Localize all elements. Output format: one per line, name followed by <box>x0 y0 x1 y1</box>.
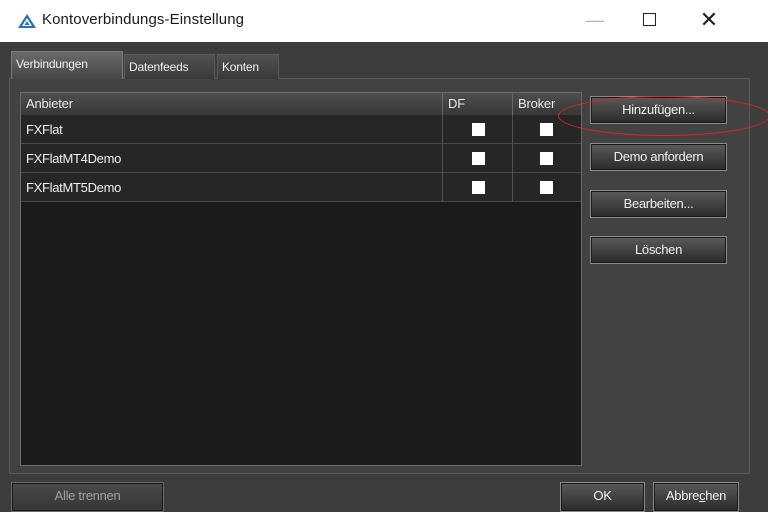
column-divider <box>442 144 443 173</box>
tab-datenfeeds[interactable]: Datenfeeds <box>124 54 215 79</box>
column-divider <box>512 144 513 173</box>
cancel-label-start: Abbre <box>665 488 700 503</box>
provider-name: FXFlatMT5Demo <box>26 180 122 195</box>
cancel-label-end: hen <box>705 488 727 503</box>
delete-button[interactable]: Löschen <box>590 236 727 264</box>
add-button[interactable]: Hinzufügen... <box>590 96 727 124</box>
maximize-button[interactable] <box>626 4 672 36</box>
edit-button[interactable]: Bearbeiten... <box>590 190 727 218</box>
table-row[interactable]: FXFlat <box>21 115 581 144</box>
df-checkbox[interactable] <box>472 181 485 194</box>
minimize-button[interactable]: — <box>572 4 618 36</box>
broker-checkbox[interactable] <box>540 123 553 136</box>
title-bar: Kontoverbindungs-Einstellung — ✕ <box>0 0 768 42</box>
dialog-body: Verbindungen Datenfeeds Konten Anbieter … <box>0 42 768 512</box>
disconnect-all-button[interactable]: Alle trennen <box>11 482 164 512</box>
broker-checkbox[interactable] <box>540 181 553 194</box>
column-header-anbieter[interactable]: Anbieter <box>21 93 443 115</box>
close-button[interactable]: ✕ <box>686 4 732 36</box>
column-header-broker[interactable]: Broker <box>513 93 581 115</box>
request-demo-button[interactable]: Demo anfordern <box>590 143 727 171</box>
maximize-icon <box>642 13 656 27</box>
column-divider <box>512 115 513 144</box>
column-divider <box>442 115 443 144</box>
table-row[interactable]: FXFlatMT5Demo <box>21 173 581 202</box>
tab-konten[interactable]: Konten <box>217 54 279 79</box>
df-checkbox[interactable] <box>472 152 485 165</box>
column-divider <box>512 173 513 202</box>
triangle-app-icon <box>18 14 36 28</box>
table-row[interactable]: FXFlatMT4Demo <box>21 144 581 173</box>
provider-name: FXFlat <box>26 122 63 137</box>
connections-list[interactable]: Anbieter DF Broker FXFlat FXFlatMT4Demo … <box>20 92 582 466</box>
tab-verbindungen[interactable]: Verbindungen <box>11 51 123 79</box>
df-checkbox[interactable] <box>472 123 485 136</box>
broker-checkbox[interactable] <box>540 152 553 165</box>
ok-button[interactable]: OK <box>560 482 645 512</box>
column-divider <box>442 173 443 202</box>
column-header-df[interactable]: DF <box>443 93 513 115</box>
provider-name: FXFlatMT4Demo <box>26 151 122 166</box>
window-title: Kontoverbindungs-Einstellung <box>42 11 245 28</box>
cancel-button[interactable]: Abbrechen <box>653 482 739 512</box>
